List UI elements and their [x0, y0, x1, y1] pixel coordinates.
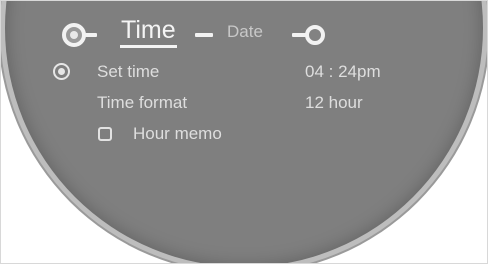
scroll-left-knob-icon[interactable] — [62, 23, 86, 47]
connector-dash — [195, 33, 213, 37]
time-format-value: 12 hour — [305, 93, 363, 112]
scroll-right-knob-icon[interactable] — [305, 25, 325, 45]
screen-frame: Time Date Set time 04 : 24pm Time format… — [0, 0, 488, 264]
set-time-label[interactable]: Set time — [97, 61, 159, 83]
tab-time[interactable]: Time — [120, 15, 177, 48]
time-format-label[interactable]: Time format — [97, 92, 187, 114]
connector-dash — [85, 33, 97, 37]
tab-date[interactable]: Date — [227, 21, 263, 43]
hour-memo-label[interactable]: Hour memo — [133, 123, 222, 145]
connector-dash — [292, 33, 306, 37]
set-time-value: 04 : 24pm — [305, 62, 381, 81]
selected-radio-icon[interactable] — [53, 63, 70, 80]
tab-navigation: Time Date — [61, 15, 341, 49]
hour-memo-checkbox[interactable] — [98, 127, 112, 141]
